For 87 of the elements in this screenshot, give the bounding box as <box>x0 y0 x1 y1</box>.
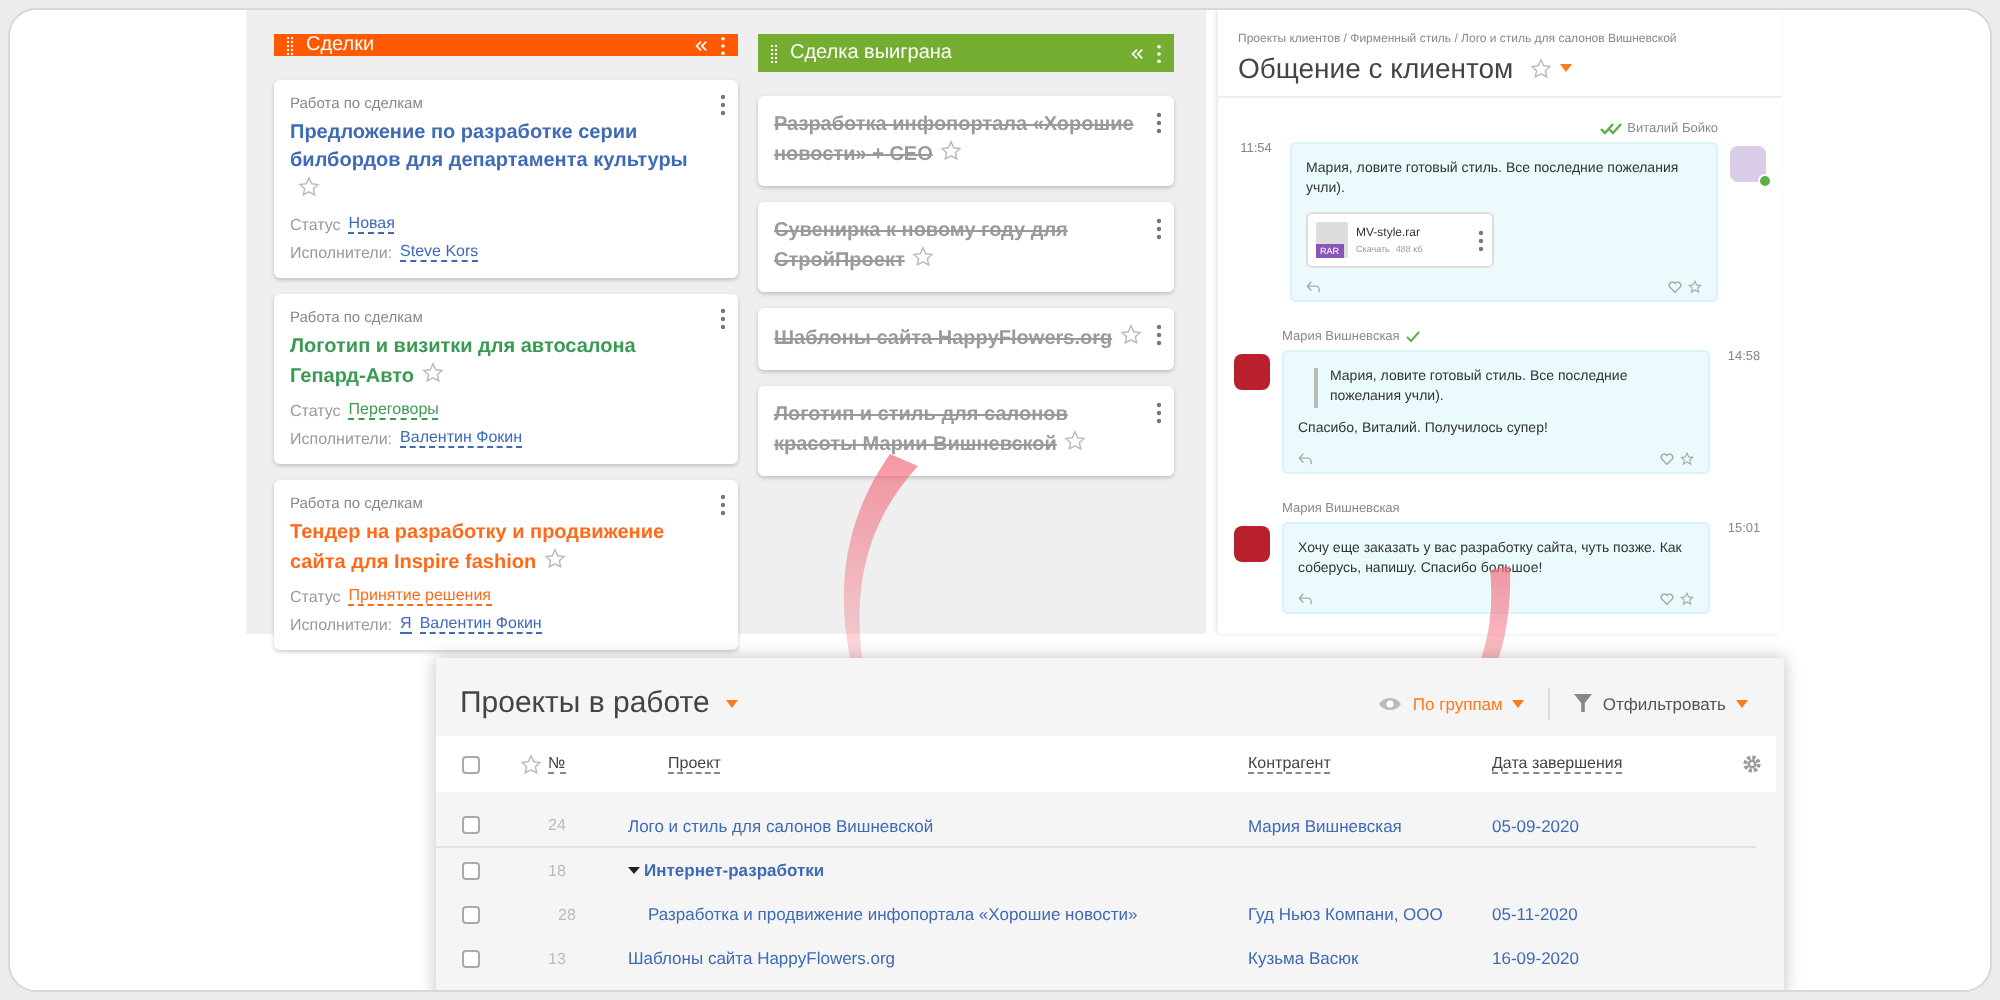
client-link[interactable]: Мария Вишневская <box>1248 815 1402 835</box>
status-label: Статус <box>290 587 341 605</box>
more-options-icon[interactable] <box>720 35 726 55</box>
column-header[interactable]: № <box>548 754 566 774</box>
row-number: 28 <box>558 905 576 923</box>
more-options-icon[interactable] <box>720 308 726 330</box>
row-number: 18 <box>548 861 566 879</box>
project-link[interactable]: Разработка и продвижение инфопортала «Хорошие новости» <box>648 904 1138 924</box>
card-title[interactable]: Предложение по разработке серии билбордов для департамента культуры <box>290 120 712 206</box>
heart-icon[interactable] <box>1660 592 1674 606</box>
collapse-icon[interactable] <box>1130 47 1144 59</box>
star-icon[interactable] <box>940 140 963 162</box>
star-icon[interactable] <box>1680 452 1694 466</box>
more-options-icon[interactable] <box>1156 218 1162 240</box>
collapse-icon[interactable] <box>694 39 708 51</box>
status-link[interactable]: Новая <box>348 214 395 234</box>
row-checkbox[interactable] <box>461 816 479 834</box>
star-icon[interactable] <box>519 753 541 775</box>
row-checkbox[interactable] <box>461 905 479 923</box>
more-options-icon[interactable] <box>1156 43 1162 63</box>
project-link[interactable]: Лого и стиль для салонов Вишневской <box>628 815 934 835</box>
card-title[interactable]: Разработка инфопортала «Хорошие новости» + СЕО <box>774 112 1148 170</box>
star-icon[interactable] <box>1064 430 1087 452</box>
assignee-link[interactable]: Валентин Фокин <box>400 428 523 448</box>
reply-icon[interactable] <box>1298 452 1312 466</box>
assignees-label: Исполнители: <box>290 429 393 447</box>
eye-icon <box>1378 695 1403 711</box>
more-options-icon[interactable] <box>1156 112 1162 134</box>
assignee-link[interactable]: Я <box>400 614 412 634</box>
more-options-icon[interactable] <box>1156 324 1162 346</box>
select-all-checkbox[interactable] <box>461 755 479 773</box>
due-date: 05-09-2020 <box>1492 815 1579 835</box>
project-link[interactable]: Шаблоны сайта HappyFlowers.org <box>628 948 896 968</box>
column-header[interactable]: Контрагент <box>1248 754 1331 774</box>
column-title: Сделки <box>306 34 377 56</box>
drag-handle-icon[interactable] <box>286 35 294 55</box>
status-link[interactable]: Принятие решения <box>348 586 492 606</box>
caret-icon <box>628 864 640 876</box>
assignees-label: Исполнители: <box>290 243 393 261</box>
star-icon[interactable] <box>421 362 444 384</box>
column-header[interactable]: Дата завершения <box>1492 754 1623 774</box>
more-options-icon[interactable] <box>1156 402 1162 424</box>
reply-icon[interactable] <box>1298 592 1312 606</box>
filter-button[interactable]: Отфильтровать <box>1566 689 1756 717</box>
card-title[interactable]: Тендер на разработку и продвижение сайта для Inspire fashion <box>290 520 712 578</box>
client-link[interactable]: Кузьма Васюк <box>1248 948 1359 968</box>
star-icon[interactable] <box>544 548 567 570</box>
drag-handle-icon[interactable] <box>770 43 778 63</box>
heart-icon[interactable] <box>1668 280 1682 294</box>
card-title[interactable]: Логотип и стиль для салонов красоты Марии Вишневской <box>774 402 1148 460</box>
caret-icon[interactable] <box>725 699 738 707</box>
row-number: 24 <box>548 816 566 834</box>
assignees-label: Исполнители: <box>290 615 393 633</box>
status-label: Статус <box>290 401 341 419</box>
column-title: Сделка выиграна <box>790 42 954 64</box>
row-checkbox[interactable] <box>461 949 479 967</box>
star-icon[interactable] <box>1529 57 1552 79</box>
more-options-icon[interactable] <box>1478 229 1484 251</box>
due-date: 05-11-2020 <box>1492 904 1578 924</box>
star-icon[interactable] <box>1120 324 1143 346</box>
more-options-icon[interactable] <box>720 94 726 116</box>
star-icon[interactable] <box>912 246 935 268</box>
client-link[interactable]: Гуд Ньюз Компани, ООО <box>1248 904 1443 924</box>
star-icon[interactable] <box>298 176 320 198</box>
more-options-icon[interactable] <box>720 494 726 516</box>
heart-icon[interactable] <box>1660 452 1674 466</box>
status-label: Статус <box>290 215 341 233</box>
status-link[interactable]: Переговоры <box>348 400 439 420</box>
caret-icon <box>1736 699 1748 707</box>
reply-icon[interactable] <box>1306 280 1320 294</box>
card-title[interactable]: Сувенирка к новому году для СтройПроект <box>774 218 1148 276</box>
due-date: 16-09-2020 <box>1492 948 1579 968</box>
row-checkbox[interactable] <box>461 861 479 879</box>
assignee-link[interactable]: Валентин Фокин <box>419 614 542 634</box>
card-title[interactable]: Логотип и визитки для автосалона Гепард-Авто <box>290 334 712 392</box>
column-header[interactable]: Проект <box>668 754 721 774</box>
settings-icon[interactable] <box>1742 754 1762 774</box>
page-title: Проекты в работе <box>460 686 710 720</box>
star-icon[interactable] <box>1680 592 1694 606</box>
assignee-link[interactable]: Steve Kors <box>400 242 479 262</box>
page-title: Общение с клиентом <box>1238 52 1514 84</box>
caret-icon <box>1512 699 1525 707</box>
card-title[interactable]: Шаблоны сайта HappyFlowers.org <box>774 324 1148 354</box>
filter-icon <box>1574 694 1593 712</box>
row-number: 13 <box>548 949 566 967</box>
caret-icon[interactable] <box>1559 64 1572 72</box>
star-icon[interactable] <box>1688 280 1702 294</box>
